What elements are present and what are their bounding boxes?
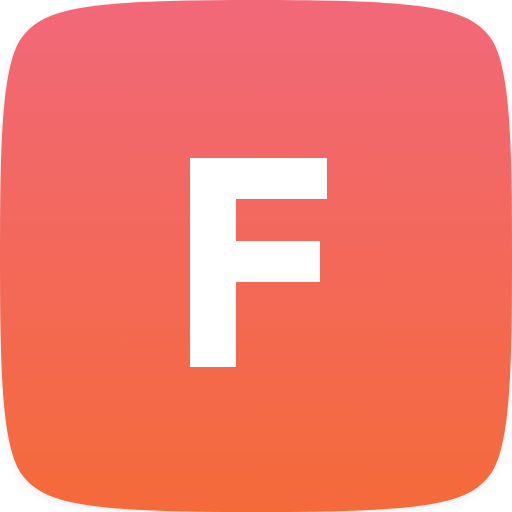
icon-canvas: F (0, 0, 512, 512)
letter-f-glyph: F (190, 158, 327, 367)
